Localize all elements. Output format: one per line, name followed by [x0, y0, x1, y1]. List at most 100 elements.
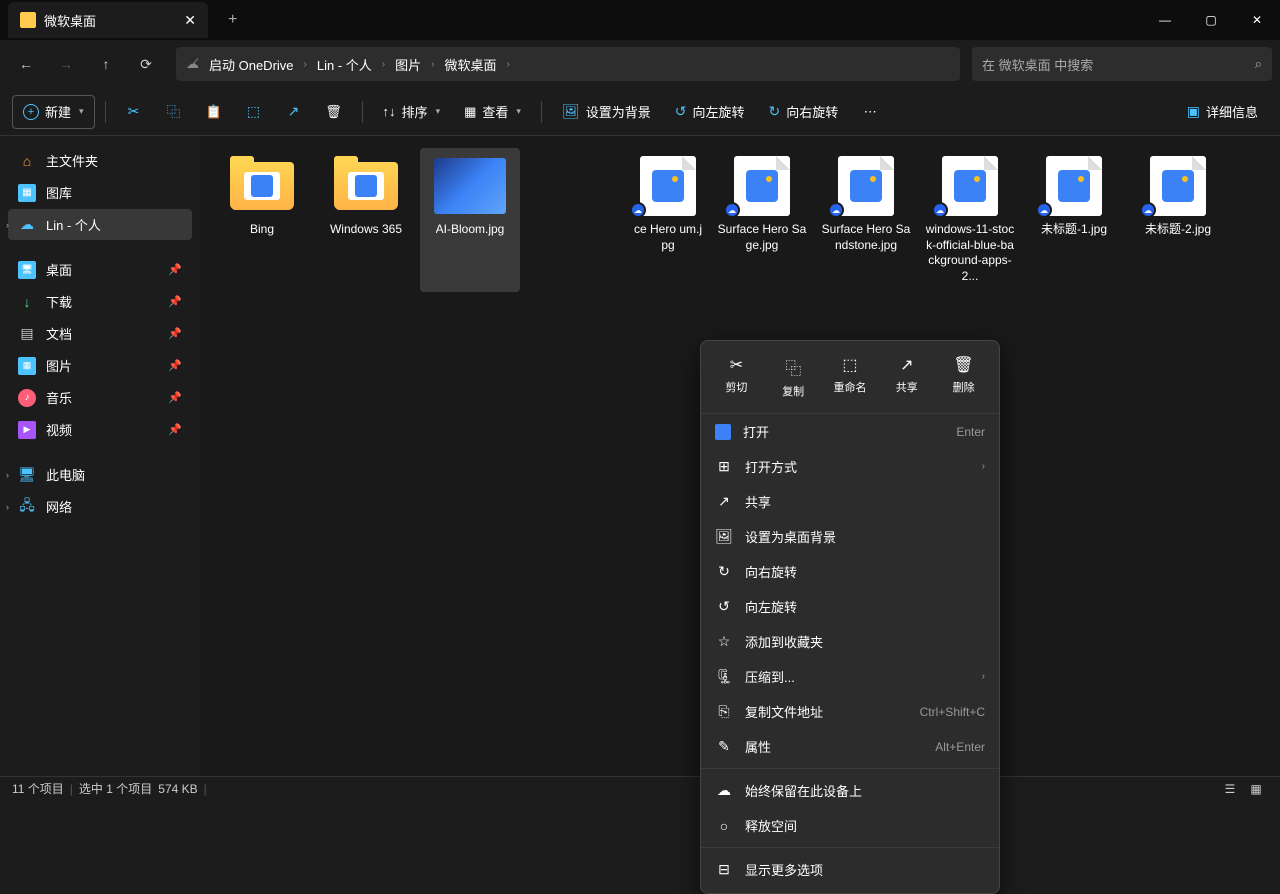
- window-controls: — ▢ ✕: [1142, 0, 1280, 40]
- refresh-button[interactable]: ⟳: [128, 46, 164, 82]
- view-grid-button[interactable]: ▦: [1244, 779, 1268, 799]
- cm-copy[interactable]: ⿻复制: [766, 349, 821, 405]
- music-icon: ♪: [18, 389, 36, 407]
- up-button[interactable]: ↑: [88, 46, 124, 82]
- sidebar-item-documents[interactable]: ▤ 文档 📌: [8, 318, 192, 349]
- cm-properties[interactable]: ✎属性Alt+Enter: [701, 729, 999, 764]
- file-item-windows11-stock[interactable]: ☁ windows-11-stock-official-blue-backgro…: [920, 148, 1020, 292]
- more-button[interactable]: ⋯: [852, 95, 888, 129]
- cm-open-with[interactable]: ⊞打开方式›: [701, 449, 999, 484]
- copy-button[interactable]: ⿻: [156, 95, 192, 129]
- separator: [541, 101, 542, 123]
- forward-button[interactable]: →: [48, 46, 84, 82]
- paste-button[interactable]: 📋: [196, 95, 232, 129]
- set-background-button[interactable]: 🖼 设置为背景: [552, 95, 661, 129]
- cm-copy-path[interactable]: ⎘复制文件地址Ctrl+Shift+C: [701, 694, 999, 729]
- file-item-surface-sandstone[interactable]: ☁ Surface Hero Sandstone.jpg: [816, 148, 916, 292]
- sidebar-item-this-pc[interactable]: › 🖥 此电脑: [8, 459, 192, 490]
- chevron-right-icon: ›: [982, 461, 985, 472]
- chevron-down-icon: ▾: [516, 106, 521, 117]
- cloud-badge-icon: ☁: [1140, 202, 1156, 218]
- view-button[interactable]: ▦ 查看 ▾: [454, 95, 531, 129]
- sort-button[interactable]: ↑↓ 排序 ▾: [373, 95, 451, 129]
- image-file-icon: [734, 156, 790, 216]
- cm-show-more[interactable]: ⊟显示更多选项: [701, 852, 999, 887]
- sidebar-item-videos[interactable]: ▶ 视频 📌: [8, 414, 192, 445]
- cm-rename[interactable]: ⬚重命名: [823, 349, 878, 405]
- cm-rotate-right[interactable]: ↻向右旋转: [701, 554, 999, 589]
- crumb-personal[interactable]: Lin - 个人: [313, 53, 376, 76]
- chevron-down-icon: ▾: [436, 106, 441, 117]
- close-button[interactable]: ✕: [1234, 0, 1280, 40]
- crumb-pictures[interactable]: 图片: [391, 53, 425, 76]
- folder-item-windows365[interactable]: Windows 365: [316, 148, 416, 292]
- sidebar-item-pictures[interactable]: ▦ 图片 📌: [8, 350, 192, 381]
- file-item-surface-platinum[interactable]: ☁ ce Hero um.jpg: [628, 148, 708, 292]
- sidebar-item-downloads[interactable]: ↓ 下载 📌: [8, 286, 192, 317]
- file-content-area[interactable]: Bing Windows 365 AI-Bloom.jpg ☁ ce Hero …: [200, 136, 1280, 776]
- file-item-untitled2[interactable]: ☁ 未标题-2.jpg: [1128, 148, 1228, 292]
- file-item-ai-bloom[interactable]: AI-Bloom.jpg: [420, 148, 520, 292]
- sidebar-item-personal[interactable]: › ☁ Lin - 个人: [8, 209, 192, 240]
- close-tab-icon[interactable]: ✕: [184, 12, 196, 29]
- new-button[interactable]: + 新建 ▾: [12, 95, 95, 129]
- cut-button[interactable]: ✂: [116, 95, 152, 129]
- file-item-surface-sage[interactable]: ☁ Surface Hero Sage.jpg: [712, 148, 812, 292]
- rotate-left-button[interactable]: ↺ 向左旋转: [665, 95, 755, 129]
- video-icon: ▶: [18, 421, 36, 439]
- cm-free-space[interactable]: ○释放空间: [701, 808, 999, 843]
- gallery-icon: ▦: [18, 184, 36, 202]
- share-button[interactable]: ↗: [276, 95, 312, 129]
- chevron-right-icon[interactable]: ›: [6, 220, 9, 230]
- rename-button[interactable]: ⬚: [236, 95, 272, 129]
- file-item-untitled1[interactable]: ☁ 未标题-1.jpg: [1024, 148, 1124, 292]
- cm-add-favorites[interactable]: ☆添加到收藏夹: [701, 624, 999, 659]
- chevron-right-icon: ›: [382, 59, 385, 70]
- new-tab-button[interactable]: +: [220, 7, 245, 33]
- sidebar-item-music[interactable]: ♪ 音乐 📌: [8, 382, 192, 413]
- context-menu-quick-actions: ✂剪切 ⿻复制 ⬚重命名 ↗共享 🗑删除: [701, 341, 999, 414]
- cm-cut[interactable]: ✂剪切: [709, 349, 764, 405]
- desktop-icon: 🖥: [18, 261, 36, 279]
- cm-set-wallpaper[interactable]: 🖼设置为桌面背景: [701, 519, 999, 554]
- cm-keep-device[interactable]: ☁始终保留在此设备上: [701, 773, 999, 808]
- sidebar-item-home[interactable]: ⌂ 主文件夹: [8, 145, 192, 176]
- share-icon: ↗: [715, 493, 733, 510]
- chevron-right-icon[interactable]: ›: [6, 502, 9, 512]
- cm-rotate-left[interactable]: ↺向左旋转: [701, 589, 999, 624]
- cm-share[interactable]: ↗共享: [879, 349, 934, 405]
- window-tab[interactable]: 微软桌面 ✕: [8, 2, 208, 38]
- details-button[interactable]: ▣ 详细信息: [1177, 95, 1268, 129]
- search-icon: ⌕: [1255, 56, 1262, 72]
- pin-icon: 📌: [168, 295, 182, 308]
- back-button[interactable]: ←: [8, 46, 44, 82]
- cm-delete[interactable]: 🗑删除: [936, 349, 991, 405]
- crumb-current[interactable]: 微软桌面: [440, 53, 500, 76]
- rotate-left-icon: ↺: [675, 103, 687, 120]
- image-preview: [434, 158, 506, 214]
- cloud-icon: ☁: [18, 216, 36, 234]
- breadcrumb[interactable]: ☁̸ 启动 OneDrive › Lin - 个人 › 图片 › 微软桌面 ›: [176, 47, 960, 81]
- sort-icon: ↑↓: [383, 104, 396, 119]
- sidebar-item-gallery[interactable]: ▦ 图库: [8, 177, 192, 208]
- cm-open[interactable]: 打开Enter: [701, 414, 999, 449]
- chevron-right-icon[interactable]: ›: [6, 470, 9, 480]
- pin-icon: 📌: [168, 423, 182, 436]
- rotate-right-button[interactable]: ↻ 向右旋转: [758, 95, 848, 129]
- network-icon: 🖧: [18, 498, 36, 516]
- document-icon: ▤: [18, 325, 36, 343]
- sidebar-item-network[interactable]: › 🖧 网络: [8, 491, 192, 522]
- pin-icon: 📌: [168, 327, 182, 340]
- pin-icon: 📌: [168, 359, 182, 372]
- minimize-button[interactable]: —: [1142, 0, 1188, 40]
- folder-item-bing[interactable]: Bing: [212, 148, 312, 292]
- search-input[interactable]: 在 微软桌面 中搜索 ⌕: [972, 47, 1272, 81]
- cm-share-item[interactable]: ↗共享: [701, 484, 999, 519]
- sidebar-item-desktop[interactable]: 🖥 桌面 📌: [8, 254, 192, 285]
- status-bar: 11 个项目 | 选中 1 个项目 574 KB | ☰ ▦: [0, 776, 1280, 800]
- crumb-onedrive[interactable]: 启动 OneDrive: [205, 53, 298, 76]
- view-list-button[interactable]: ☰: [1218, 779, 1242, 799]
- cm-compress[interactable]: 🗜压缩到...›: [701, 659, 999, 694]
- delete-button[interactable]: 🗑: [316, 95, 352, 129]
- maximize-button[interactable]: ▢: [1188, 0, 1234, 40]
